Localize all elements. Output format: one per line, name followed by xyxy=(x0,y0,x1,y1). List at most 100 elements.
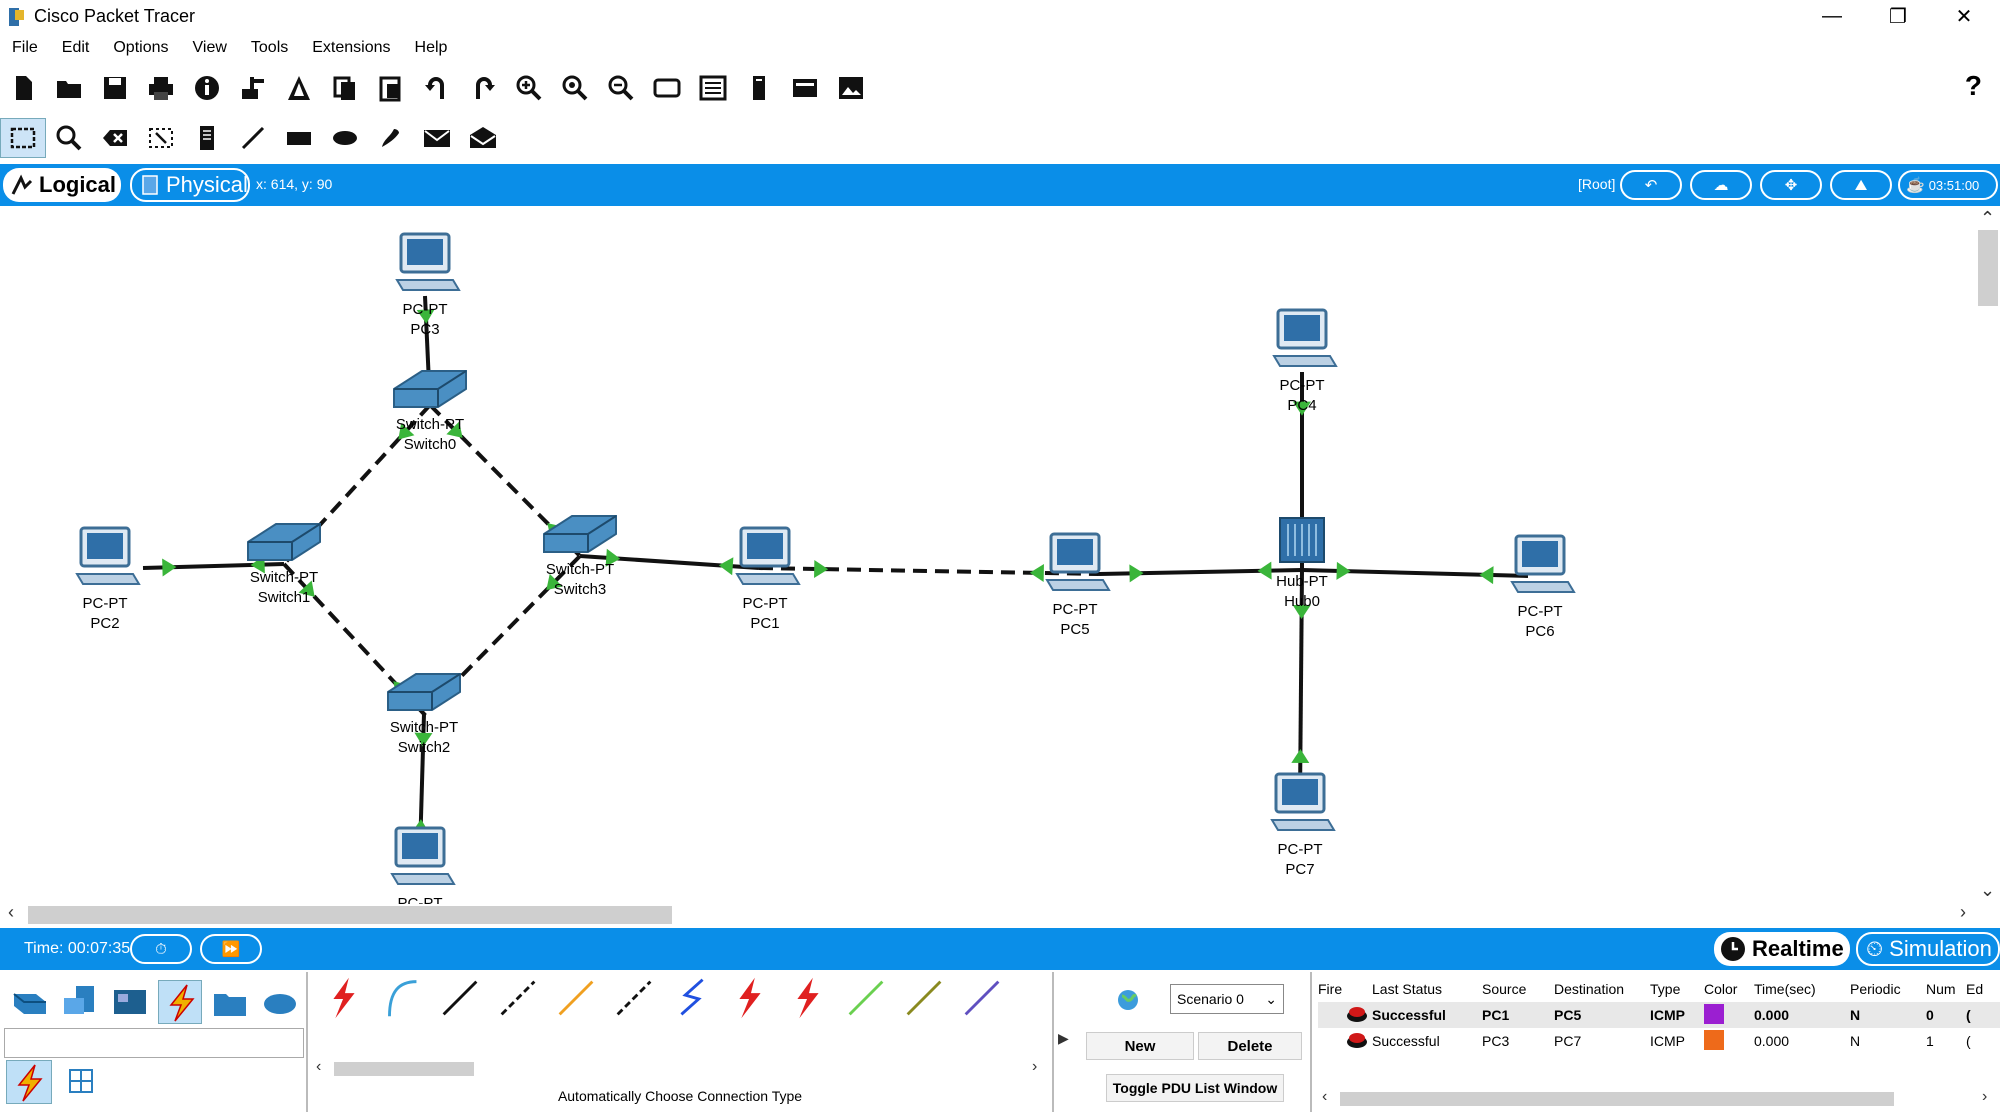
connection-scroll-left-icon[interactable]: ‹ xyxy=(316,1058,321,1076)
custom-device-button[interactable] xyxy=(690,68,736,108)
viewport-clock[interactable]: ☕ 03:51:00 xyxy=(1898,170,1998,200)
connection-cross-button[interactable] xyxy=(492,972,544,1026)
save-button[interactable] xyxy=(92,68,138,108)
rectangle-tool[interactable] xyxy=(276,118,322,158)
pdu-edit[interactable]: ( xyxy=(1966,1007,1980,1023)
connection-scroll-thumb[interactable] xyxy=(334,1062,474,1076)
activity-wizard-button[interactable] xyxy=(276,68,322,108)
end-devices-category[interactable] xyxy=(58,980,102,1024)
minimize-button[interactable]: — xyxy=(1800,0,1864,32)
new-file-button[interactable] xyxy=(0,68,46,108)
menu-extensions[interactable]: Extensions xyxy=(300,36,402,62)
pdu-edit[interactable]: ( xyxy=(1966,1033,1980,1049)
multiuser-category[interactable] xyxy=(258,980,302,1024)
new-scenario-button[interactable]: New xyxy=(1086,1032,1194,1060)
connection-phone-button[interactable] xyxy=(608,972,660,1026)
connection-usb-button[interactable] xyxy=(956,972,1008,1026)
scroll-down-arrow-icon[interactable]: ⌄ xyxy=(1980,880,1995,901)
connection-serial-dte-button[interactable] xyxy=(782,972,834,1026)
component-category-icon xyxy=(114,990,146,1014)
menu-help[interactable]: Help xyxy=(403,36,460,62)
scenario-select[interactable]: Scenario 0 ⌄ xyxy=(1170,984,1284,1014)
pdu-row[interactable]: Successful PC1 PC5 ICMP 0.000 N 0 ( xyxy=(1318,1002,2000,1028)
print-button[interactable] xyxy=(138,68,184,108)
select-tool[interactable] xyxy=(0,118,46,158)
info-button[interactable] xyxy=(184,68,230,108)
undo-button[interactable] xyxy=(414,68,460,108)
note-tool[interactable] xyxy=(184,118,230,158)
restore-button[interactable]: ❐ xyxy=(1866,0,1930,32)
inspect-tool[interactable] xyxy=(46,118,92,158)
image-button[interactable] xyxy=(828,68,874,108)
set-background-button[interactable]: ⛰ xyxy=(1830,170,1892,200)
pdu-scroll-left-icon[interactable]: ‹ xyxy=(1322,1088,1327,1106)
tab-physical[interactable]: Physical xyxy=(130,168,250,202)
power-cycle-button[interactable]: ⏱ xyxy=(130,934,192,964)
horizontal-scroll-thumb[interactable] xyxy=(28,906,672,924)
new-cluster-button[interactable]: ☁ xyxy=(1690,170,1752,200)
connection-octal-button[interactable] xyxy=(840,972,892,1026)
paste-button[interactable] xyxy=(368,68,414,108)
collapse-arrow-icon[interactable]: ▶ xyxy=(1058,1030,1069,1047)
toggle-pdu-list-button[interactable]: Toggle PDU List Window xyxy=(1106,1074,1284,1102)
drawing-palette-button[interactable] xyxy=(644,68,690,108)
vertical-scroll-thumb[interactable] xyxy=(1978,230,1998,306)
copy-button[interactable] xyxy=(322,68,368,108)
connection-coax-button[interactable] xyxy=(666,972,718,1026)
scroll-right-arrow-icon[interactable]: › xyxy=(1960,902,1966,923)
pdu-scroll-right-icon[interactable]: › xyxy=(1982,1088,1987,1106)
cluster-button[interactable] xyxy=(736,68,782,108)
tab-logical[interactable]: Logical xyxy=(3,168,121,202)
logical-workspace[interactable]: PC-PT PC3 Switch-PT Switch0 PC-PT PC2 Switch-P… xyxy=(0,206,1976,932)
zoom-reset-button[interactable] xyxy=(552,68,598,108)
back-button[interactable]: ↶ xyxy=(1620,170,1682,200)
fire-icon[interactable] xyxy=(1318,1031,1372,1052)
connection-scroll-right-icon[interactable]: › xyxy=(1032,1058,1037,1076)
delete-scenario-button[interactable]: Delete xyxy=(1198,1032,1302,1060)
freeform-tool[interactable] xyxy=(368,118,414,158)
move-object-button[interactable]: ✥ xyxy=(1760,170,1822,200)
pdu-row[interactable]: Successful PC3 PC7 ICMP 0.000 N 1 ( xyxy=(1318,1028,2000,1054)
connection-auto-button[interactable] xyxy=(318,972,370,1026)
scroll-up-arrow-icon[interactable]: ⌃ xyxy=(1980,208,1995,229)
open-button[interactable] xyxy=(46,68,92,108)
ellipse-tool[interactable] xyxy=(322,118,368,158)
miscellaneous-category[interactable] xyxy=(208,980,252,1024)
realtime-mode-button[interactable]: Realtime xyxy=(1714,932,1850,966)
resize-tool[interactable] xyxy=(138,118,184,158)
delete-tool[interactable] xyxy=(92,118,138,158)
zoom-out-button[interactable] xyxy=(598,68,644,108)
menu-edit[interactable]: Edit xyxy=(50,36,102,62)
components-category[interactable] xyxy=(108,980,152,1024)
close-button[interactable]: ✕ xyxy=(1932,0,1996,32)
connection-fiber-button[interactable] xyxy=(550,972,602,1026)
add-simple-pdu-tool[interactable] xyxy=(414,118,460,158)
zoom-in-button[interactable] xyxy=(506,68,552,108)
scroll-left-arrow-icon[interactable]: ‹ xyxy=(8,902,14,923)
connections-subcategory[interactable] xyxy=(6,1060,52,1104)
vertical-scrollbar[interactable] xyxy=(1976,206,2000,906)
connection-straight-button[interactable] xyxy=(434,972,486,1026)
root-breadcrumb[interactable]: [Root] xyxy=(1578,176,1615,192)
menu-view[interactable]: View xyxy=(181,36,239,62)
connection-serial-dce-button[interactable] xyxy=(724,972,776,1026)
menu-tools[interactable]: Tools xyxy=(239,36,300,62)
grid-subcategory[interactable] xyxy=(66,1066,96,1096)
simulation-mode-button[interactable]: ⏲ Simulation xyxy=(1856,932,2000,966)
add-complex-pdu-tool[interactable] xyxy=(460,118,506,158)
note-icon xyxy=(200,126,214,150)
connections-category[interactable] xyxy=(158,980,202,1024)
help-button[interactable]: ? xyxy=(1965,70,1982,102)
connection-console-button[interactable] xyxy=(376,972,428,1026)
pdu-table-scroll-thumb[interactable] xyxy=(1340,1092,1894,1106)
network-info-button[interactable] xyxy=(230,68,276,108)
menu-options[interactable]: Options xyxy=(101,36,180,62)
line-tool[interactable] xyxy=(230,118,276,158)
fire-icon[interactable] xyxy=(1318,1005,1372,1026)
redo-button[interactable] xyxy=(460,68,506,108)
menu-file[interactable]: File xyxy=(0,36,50,62)
connection-iot-button[interactable] xyxy=(898,972,950,1026)
fast-forward-button[interactable]: ⏩ xyxy=(200,934,262,964)
device-template-button[interactable] xyxy=(782,68,828,108)
network-devices-category[interactable] xyxy=(8,980,52,1024)
